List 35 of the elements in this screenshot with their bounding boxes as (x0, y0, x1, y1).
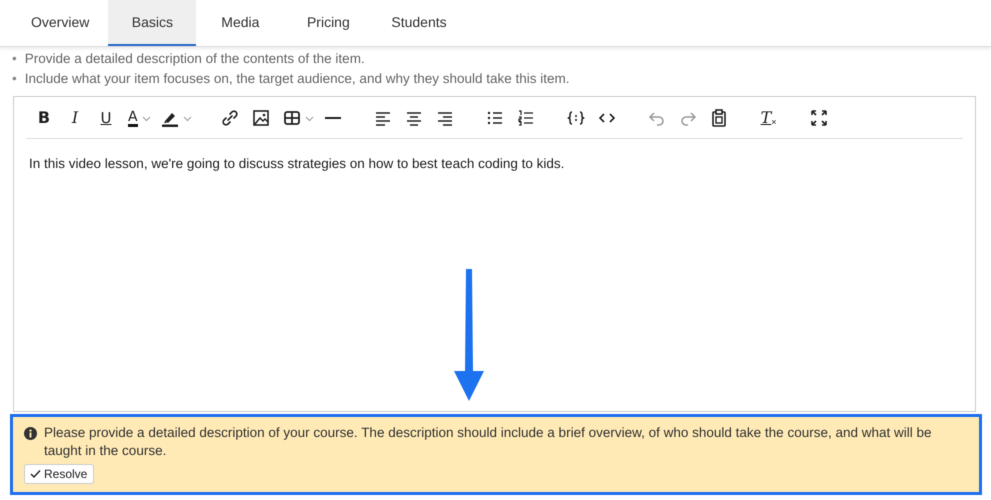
numbered-list-icon (516, 109, 535, 127)
clear-formatting-button[interactable]: T× (754, 104, 783, 132)
bullet: • (12, 70, 17, 88)
align-left-icon (374, 109, 392, 127)
align-center-icon (404, 109, 423, 127)
info-icon (24, 427, 37, 440)
resolve-button[interactable]: Resolve (24, 464, 94, 484)
text-color-button[interactable]: A (123, 104, 153, 132)
tab[interactable]: Overview (12, 0, 108, 46)
tab[interactable]: Media (196, 0, 284, 46)
underline-button[interactable]: U (92, 104, 120, 132)
line-icon (324, 117, 341, 119)
editor-text[interactable]: In this video lesson, we're going to discuss strategies on how to best teach coding to kids. (14, 139, 975, 188)
tab[interactable]: Basics (108, 0, 196, 46)
alert-message: Please provide a detailed description of your course. The description should include a brief overview, of who should take the course, and what will be taught in the course. (44, 424, 933, 460)
italic-button[interactable]: I (61, 104, 89, 132)
fullscreen-icon (810, 109, 828, 127)
bullet: • (12, 50, 17, 68)
tab[interactable]: Students (372, 0, 466, 46)
braces-icon (566, 109, 585, 127)
clipboard-icon (710, 109, 728, 127)
hint-text: Provide a detailed description of the contents of the item. (24, 50, 365, 68)
down-arrow-icon (452, 267, 486, 403)
caret-icon (304, 114, 314, 122)
tab[interactable]: Pricing (284, 0, 372, 46)
caret-icon (142, 114, 151, 122)
caret-icon (182, 114, 192, 122)
bold-button[interactable]: B (30, 104, 58, 132)
align-right-icon (436, 109, 454, 127)
link-icon (220, 109, 239, 127)
image-icon (252, 109, 270, 127)
hint-text: Include what your item focuses on, the target audience, and why they should take this item. (24, 70, 570, 88)
table-icon (282, 109, 301, 127)
bullet-list-icon (486, 109, 504, 127)
check-icon (30, 469, 41, 479)
